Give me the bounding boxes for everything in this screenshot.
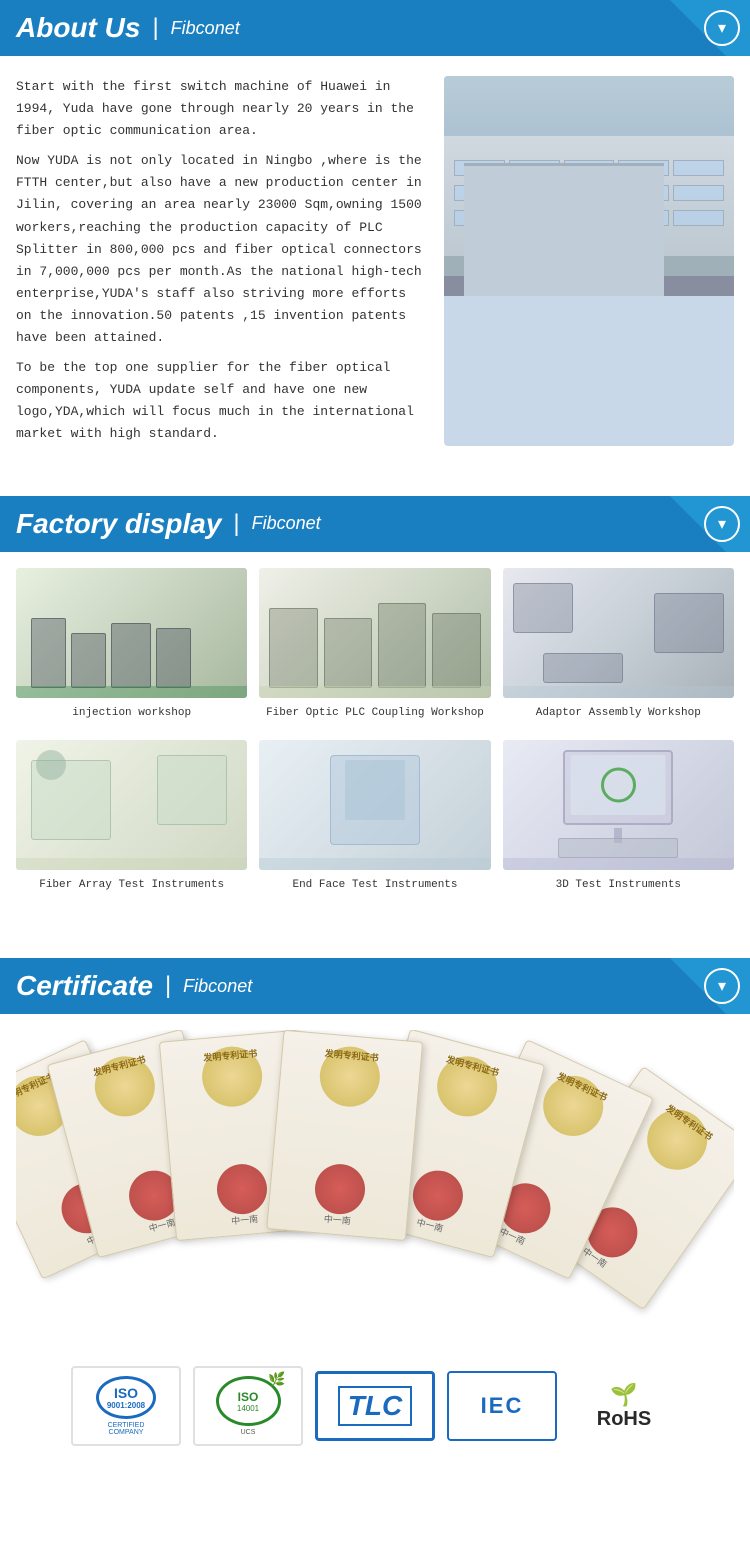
factory-image-3: [503, 568, 734, 698]
rohs-badge: 🌱 RoHS: [569, 1371, 679, 1441]
cert-title: Certificate: [16, 970, 153, 1002]
cert-card-4: 中一南: [266, 1030, 423, 1241]
factory-item-2: Fiber Optic PLC Coupling Workshop: [259, 568, 490, 720]
factory-item-4: Fiber Array Test Instruments: [16, 740, 247, 892]
about-header: About Us | Fibconet ▾: [0, 0, 750, 56]
about-paragraph-3: To be the top one supplier for the fiber…: [16, 357, 428, 445]
about-content: Start with the first switch machine of H…: [0, 56, 750, 466]
about-paragraph-1: Start with the first switch machine of H…: [16, 76, 428, 142]
factory-grid: injection workshop Fiber Optic PLC Coupl…: [0, 552, 750, 929]
cert-chevron-button[interactable]: ▾: [704, 968, 740, 1004]
cert-fan-display: 中一南 中一南 中一南 中一南 中一南 中一南: [16, 1030, 734, 1350]
factory-caption-2: Fiber Optic PLC Coupling Workshop: [266, 706, 484, 720]
factory-caption-3: Adaptor Assembly Workshop: [536, 706, 701, 720]
factory-caption-1: injection workshop: [72, 706, 191, 720]
factory-chevron-button[interactable]: ▾: [704, 506, 740, 542]
factory-caption-5: End Face Test Instruments: [292, 878, 457, 892]
factory-item-6: 3D Test Instruments: [503, 740, 734, 892]
iec-badge: IEC: [447, 1371, 557, 1441]
about-subtitle: Fibconet: [171, 18, 240, 39]
factory-image-5: [259, 740, 490, 870]
chevron-down-icon: ▾: [718, 976, 726, 996]
cert-seal-4: [313, 1162, 367, 1216]
about-title: About Us: [16, 12, 140, 44]
tlc-text: TLC: [338, 1386, 412, 1426]
chevron-down-icon: ▾: [718, 514, 726, 534]
factory-title: Factory display: [16, 508, 221, 540]
logo-badges-row: ISO 9001:2008 CERTIFIEDCOMPANY ISO 14001…: [16, 1350, 734, 1462]
iso14001-ucs-label: UCS: [241, 1429, 256, 1436]
about-divider: |: [152, 14, 158, 42]
factory-item-5: End Face Test Instruments: [259, 740, 490, 892]
about-chevron-button[interactable]: ▾: [704, 10, 740, 46]
about-building-image: [444, 76, 734, 446]
cert-seal-3: [215, 1162, 269, 1216]
rohs-content: 🌱 RoHS: [597, 1382, 651, 1431]
iso14001-badge: ISO 14001 🌿 UCS: [193, 1366, 303, 1446]
iso9001-label: CERTIFIEDCOMPANY: [108, 1422, 145, 1436]
factory-header: Factory display | Fibconet ▾: [0, 496, 750, 552]
chevron-down-icon: ▾: [718, 18, 726, 38]
factory-subtitle: Fibconet: [252, 513, 321, 534]
factory-image-1: [16, 568, 247, 698]
iso14001-circle-container: ISO 14001 🌿: [216, 1376, 281, 1426]
cert-divider: |: [165, 972, 171, 1000]
iso9001-text: ISO: [114, 1385, 138, 1401]
iec-text: IEC: [481, 1393, 524, 1419]
cert-seal-5: [407, 1165, 468, 1226]
about-paragraph-2: Now YUDA is not only located in Ningbo ,…: [16, 150, 428, 349]
factory-image-2: [259, 568, 490, 698]
building-illustration: [444, 76, 734, 296]
leaf-decoration: 🌿: [268, 1371, 285, 1388]
factory-caption-6: 3D Test Instruments: [556, 878, 681, 892]
cert-content: 中一南 中一南 中一南 中一南 中一南 中一南: [0, 1014, 750, 1478]
iso9001-circle: ISO 9001:2008: [96, 1376, 156, 1419]
iso14001-text: ISO: [238, 1390, 259, 1404]
certificate-section: Certificate | Fibconet ▾ 中一南 中一南 中一南: [0, 958, 750, 1478]
rohs-leaf-icon: 🌱: [610, 1382, 637, 1408]
factory-section: Factory display | Fibconet ▾: [0, 496, 750, 929]
factory-item-3: Adaptor Assembly Workshop: [503, 568, 734, 720]
cert-header: Certificate | Fibconet ▾: [0, 958, 750, 1014]
factory-row-2: Fiber Array Test Instruments End Face Te…: [16, 740, 734, 892]
factory-caption-4: Fiber Array Test Instruments: [39, 878, 224, 892]
factory-row-1: injection workshop Fiber Optic PLC Coupl…: [16, 568, 734, 720]
tlc-badge: TLC: [315, 1371, 435, 1441]
rohs-label: RoHS: [597, 1408, 651, 1431]
factory-image-6: [503, 740, 734, 870]
factory-item-1: injection workshop: [16, 568, 247, 720]
factory-divider: |: [233, 510, 239, 538]
about-section: About Us | Fibconet ▾ Start with the fir…: [0, 0, 750, 466]
iso9001-badge: ISO 9001:2008 CERTIFIEDCOMPANY: [71, 1366, 181, 1446]
iso14001-number: 14001: [237, 1404, 259, 1413]
cert-subtitle: Fibconet: [183, 976, 252, 997]
factory-image-4: [16, 740, 247, 870]
about-text-block: Start with the first switch machine of H…: [16, 76, 428, 446]
iso9001-number: 9001:2008: [107, 1401, 145, 1410]
